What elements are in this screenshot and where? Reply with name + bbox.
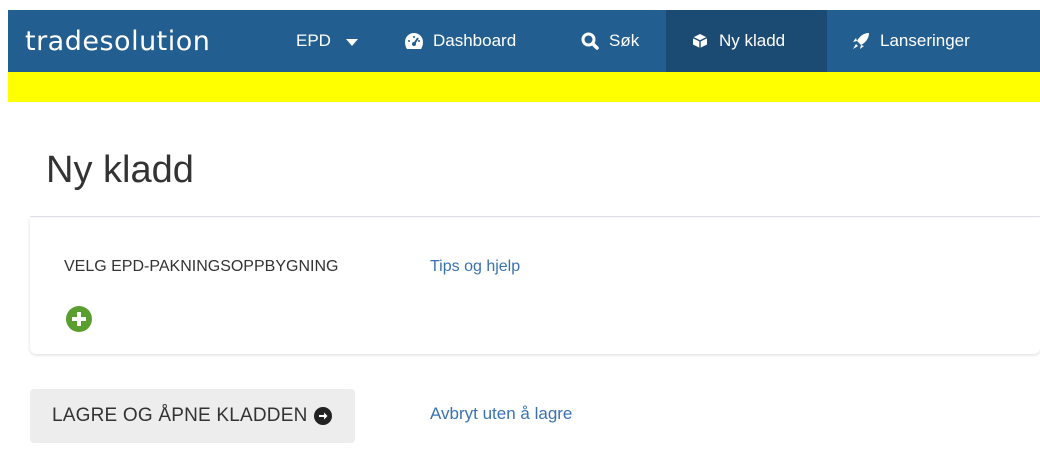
nav-launches[interactable]: Lanseringer (827, 10, 970, 72)
packaging-section-label: VELG EPD-PAKNINGSOPPBYGNING (64, 258, 339, 275)
title-card: Ny kladd (30, 125, 1040, 217)
arrow-right-circle-icon (313, 407, 332, 425)
rocket-icon (851, 31, 871, 51)
box-icon (690, 31, 710, 51)
nav-search[interactable]: Søk (576, 10, 666, 72)
brand-logo[interactable]: tradesolution (8, 10, 290, 72)
plus-circle-icon[interactable] (66, 306, 92, 332)
dashboard-icon (404, 31, 424, 51)
packaging-card: VELG EPD-PAKNINGSOPPBYGNING Tips og hjel… (30, 218, 1040, 354)
cancel-without-saving-link[interactable]: Avbryt uten å lagre (430, 404, 572, 424)
nav-launches-label: Lanseringer (880, 31, 970, 50)
nav-epd-dropdown[interactable]: EPD (290, 10, 400, 72)
nav-dashboard[interactable]: Dashboard (400, 10, 576, 72)
warning-bar (8, 72, 1040, 102)
page-title: Ny kladd (46, 149, 194, 191)
caret-down-icon (345, 38, 358, 46)
nav-new-draft-label: Ny kladd (719, 31, 786, 50)
save-and-open-button[interactable]: LAGRE OG ÅPNE KLADDEN (30, 389, 355, 443)
nav-epd-label: EPD (296, 31, 331, 50)
page-gutter (0, 0, 8, 453)
save-button-label: LAGRE OG ÅPNE KLADDEN (52, 405, 308, 426)
help-link[interactable]: Tips og hjelp (430, 258, 520, 276)
nav-search-label: Søk (609, 31, 640, 50)
nav-dashboard-label: Dashboard (433, 31, 517, 50)
top-navbar: tradesolution EPD Dashboard Søk Ny kladd… (8, 10, 1040, 72)
nav-new-draft[interactable]: Ny kladd (666, 10, 827, 72)
search-icon (580, 31, 600, 51)
